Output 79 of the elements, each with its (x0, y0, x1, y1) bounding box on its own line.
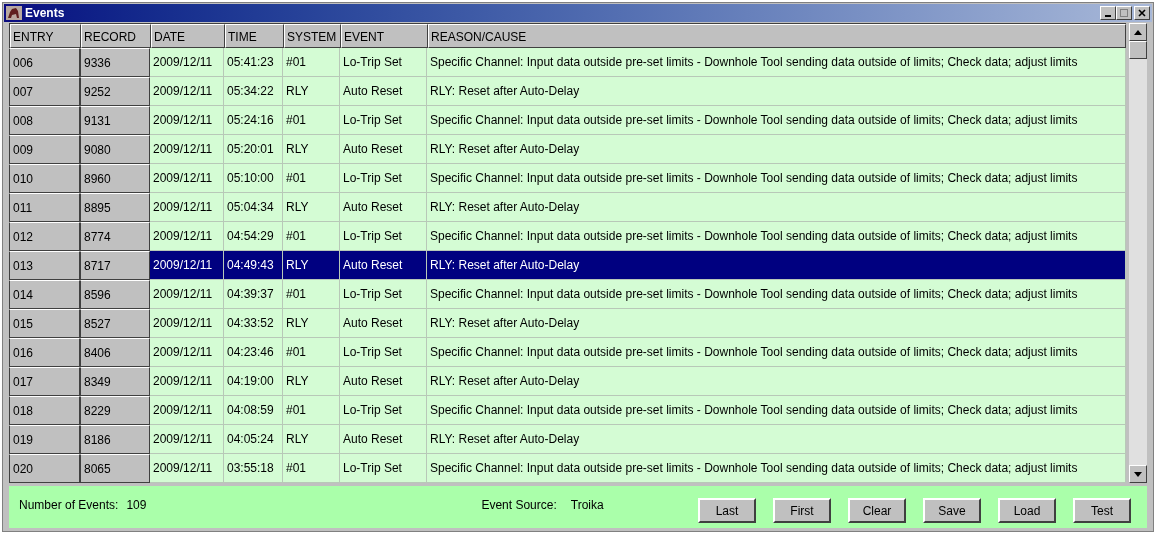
minimize-button[interactable] (1100, 6, 1116, 20)
table-cell: 03:55:18 (224, 454, 283, 483)
table-cell: 8774 (80, 222, 150, 251)
table-cell: 013 (9, 251, 80, 280)
scroll-thumb[interactable] (1129, 41, 1147, 59)
table-cell: 009 (9, 135, 80, 164)
table-row[interactable]: 014 8596 2009/12/11 04:39:37 #01 Lo-Trip Set Specific Channel: Input data outside pre-set limits - Downhole Tool sending data outside of limits; Check data; adjust limits (9, 280, 1127, 309)
table-cell: Lo-Trip Set (340, 454, 427, 483)
table-cell: 011 (9, 193, 80, 222)
table-cell: 9336 (80, 48, 150, 77)
table-cell: 8186 (80, 425, 150, 454)
table-row[interactable]: 008 9131 2009/12/11 05:24:16 #01 Lo-Trip Set Specific Channel: Input data outside pre-set limits - Downhole Tool sending data outside of limits; Check data; adjust limits (9, 106, 1127, 135)
close-icon (1138, 9, 1146, 17)
column-header: ENTRY (10, 24, 81, 48)
table-cell: 007 (9, 77, 80, 106)
scroll-down-button[interactable] (1129, 465, 1147, 483)
column-header: RECORD (81, 24, 151, 48)
action-button[interactable]: Load (998, 498, 1056, 523)
column-header: EVENT (341, 24, 428, 48)
table-cell: 010 (9, 164, 80, 193)
table-row[interactable]: 013 8717 2009/12/11 04:49:43 RLY Auto Reset RLY: Reset after Auto-Delay (9, 251, 1127, 280)
column-header: REASON/CAUSE (428, 24, 1127, 48)
table-cell: 008 (9, 106, 80, 135)
table-cell: 9131 (80, 106, 150, 135)
table-cell: 8406 (80, 338, 150, 367)
table-row[interactable]: 012 8774 2009/12/11 04:54:29 #01 Lo-Trip Set Specific Channel: Input data outside pre-set limits - Downhole Tool sending data outside of limits; Check data; adjust limits (9, 222, 1127, 251)
table-row[interactable]: 006 9336 2009/12/11 05:41:23 #01 Lo-Trip Set Specific Channel: Input data outside pre-set limits - Downhole Tool sending data outside of limits; Check data; adjust limits (9, 48, 1127, 77)
table-row[interactable]: 019 8186 2009/12/11 04:05:24 RLY Auto Reset RLY: Reset after Auto-Delay (9, 425, 1127, 454)
window-title: Events (25, 5, 65, 22)
column-header: DATE (151, 24, 225, 48)
scroll-up-button[interactable] (1129, 23, 1147, 41)
event-source: Troika (570, 497, 604, 514)
event-source-label: Event Source: (481, 497, 557, 514)
action-button[interactable]: Save (923, 498, 981, 523)
table-row[interactable]: 020 8065 2009/12/11 03:55:18 #01 Lo-Trip Set Specific Channel: Input data outside pre-set limits - Downhole Tool sending data outside of limits; Check data; adjust limits (9, 454, 1127, 483)
table-cell: 8596 (80, 280, 150, 309)
up-arrow-icon (1134, 29, 1142, 35)
maximize-icon (1120, 9, 1128, 17)
table-row[interactable]: 015 8527 2009/12/11 04:33:52 RLY Auto Reset RLY: Reset after Auto-Delay (9, 309, 1127, 338)
table-row[interactable]: 007 9252 2009/12/11 05:34:22 RLY Auto Reset RLY: Reset after Auto-Delay (9, 77, 1127, 106)
table-row[interactable]: 009 9080 2009/12/11 05:20:01 RLY Auto Reset RLY: Reset after Auto-Delay (9, 135, 1127, 164)
table-cell: 015 (9, 309, 80, 338)
table-cell: 8895 (80, 193, 150, 222)
table-row[interactable]: 016 8406 2009/12/11 04:23:46 #01 Lo-Trip Set Specific Channel: Input data outside pre-set limits - Downhole Tool sending data outside of limits; Check data; adjust limits (9, 338, 1127, 367)
table-cell: #01 (283, 454, 340, 483)
table-cell: Specific Channel: Input data outside pre-set limits - Downhole Tool sending data outside of limits; Check data; adjust limits (427, 454, 1127, 483)
event-count: 109 (126, 497, 147, 514)
action-button[interactable]: Clear (848, 498, 906, 523)
table-cell: 020 (9, 454, 80, 483)
table-cell: 018 (9, 396, 80, 425)
table-cell: 012 (9, 222, 80, 251)
action-button[interactable]: Last (698, 498, 756, 523)
table-row[interactable]: 010 8960 2009/12/11 05:10:00 #01 Lo-Trip Set Specific Channel: Input data outside pre-set limits - Downhole Tool sending data outside of limits; Check data; adjust limits (9, 164, 1127, 193)
table-row[interactable]: 011 8895 2009/12/11 05:04:34 RLY Auto Reset RLY: Reset after Auto-Delay (9, 193, 1127, 222)
table-cell: 2009/12/11 (150, 454, 224, 483)
table-cell: 8065 (80, 454, 150, 483)
close-button[interactable] (1134, 6, 1150, 20)
table-row[interactable]: 018 8229 2009/12/11 04:08:59 #01 Lo-Trip Set Specific Channel: Input data outside pre-set limits - Downhole Tool sending data outside of limits; Check data; adjust limits (9, 396, 1127, 425)
table-cell: 8717 (80, 251, 150, 280)
scrollbar[interactable] (1129, 23, 1147, 483)
action-button[interactable]: First (773, 498, 831, 523)
column-header: SYSTEM (284, 24, 341, 48)
table-cell: 9252 (80, 77, 150, 106)
table-cell: 006 (9, 48, 80, 77)
maximize-button[interactable] (1116, 6, 1132, 20)
event-count-label: Number of Events: (19, 497, 119, 514)
table-cell: 8349 (80, 367, 150, 396)
table-cell: 8229 (80, 396, 150, 425)
table-cell: 016 (9, 338, 80, 367)
down-arrow-icon (1134, 471, 1142, 477)
table-cell: 017 (9, 367, 80, 396)
table-row[interactable]: 017 8349 2009/12/11 04:19:00 RLY Auto Reset RLY: Reset after Auto-Delay (9, 367, 1127, 396)
column-header: TIME (225, 24, 284, 48)
table-cell: 8960 (80, 164, 150, 193)
table-cell: 019 (9, 425, 80, 454)
table-cell: 014 (9, 280, 80, 309)
table-cell: 9080 (80, 135, 150, 164)
action-button[interactable]: Test (1073, 498, 1131, 523)
table-cell: 8527 (80, 309, 150, 338)
